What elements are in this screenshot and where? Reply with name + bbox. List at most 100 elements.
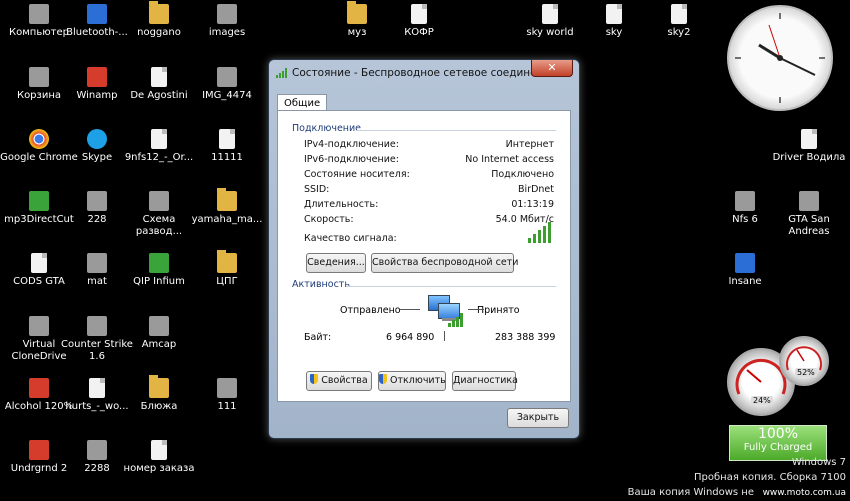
document-icon bbox=[671, 4, 687, 24]
properties-button[interactable]: Свойства bbox=[306, 371, 372, 391]
info-key: SSID: bbox=[304, 184, 330, 195]
details-button[interactable]: Сведения... bbox=[306, 253, 366, 273]
info-value: Подключено bbox=[491, 169, 554, 180]
desktop-icon-label: 9nfs12_-_Or... bbox=[124, 152, 194, 163]
properties-label: Свойства bbox=[321, 375, 368, 386]
document-icon bbox=[89, 378, 105, 398]
desktop-icon-label: 11111 bbox=[211, 152, 243, 163]
desktop-icon-label: ЦПГ bbox=[216, 276, 238, 287]
desktop-icon-label: noggano bbox=[137, 27, 181, 38]
application-icon bbox=[217, 4, 237, 24]
desktop-icon[interactable]: Insane bbox=[706, 253, 784, 288]
desktop-icon[interactable]: GTA San Andreas bbox=[770, 191, 848, 238]
application-icon bbox=[29, 440, 49, 460]
desktop-icon-label: IMG_4474 bbox=[202, 90, 252, 101]
info-row-speed: Скорость: 54.0 Мбит/с bbox=[304, 214, 554, 226]
disable-label: Отключить bbox=[390, 375, 446, 386]
desktop-icon[interactable]: QIP Infium bbox=[120, 253, 198, 288]
application-icon bbox=[87, 253, 107, 273]
folder-icon bbox=[149, 375, 169, 398]
application-icon bbox=[735, 253, 755, 273]
watermark-edition: Windows 7 bbox=[791, 457, 846, 468]
application-icon bbox=[29, 378, 49, 398]
application-icon bbox=[87, 67, 107, 87]
desktop-icon-label: yamaha_ma... bbox=[191, 214, 263, 225]
document-icon bbox=[801, 129, 817, 149]
desktop-icon-label: Схема развод... bbox=[135, 214, 183, 237]
folder-icon bbox=[217, 250, 237, 273]
desktop-icon[interactable]: yamaha_ma... bbox=[188, 188, 266, 226]
info-key: Состояние носителя: bbox=[304, 169, 410, 180]
info-row-signal: Качество сигнала: bbox=[304, 222, 554, 245]
dialog-title: Состояние - Беспроводное сетевое соедине… bbox=[292, 67, 567, 79]
application-icon bbox=[87, 440, 107, 460]
folder-icon bbox=[149, 1, 169, 24]
desktop-icon[interactable]: ЦПГ bbox=[188, 250, 266, 288]
desktop-icon-label: 111 bbox=[217, 401, 237, 412]
desktop-icon-label: Блюжа bbox=[140, 401, 178, 412]
document-icon bbox=[151, 129, 167, 149]
info-key: Скорость: bbox=[304, 214, 354, 225]
clock-gadget[interactable] bbox=[727, 5, 833, 111]
battery-gadget[interactable]: 100% Fully Charged bbox=[729, 425, 827, 461]
close-window-button[interactable]: ✕ bbox=[531, 60, 573, 77]
application-icon bbox=[735, 191, 755, 211]
info-key: IPv4-подключение: bbox=[304, 139, 399, 150]
application-icon bbox=[217, 378, 237, 398]
dialog-titlebar[interactable]: Состояние - Беспроводное сетевое соедине… bbox=[269, 60, 579, 86]
desktop-icon[interactable]: Блюжа bbox=[120, 375, 198, 413]
desktop-icon[interactable]: sky2 bbox=[640, 4, 718, 39]
received-label: Принято bbox=[477, 305, 520, 316]
desktop-icon[interactable]: Amcap bbox=[120, 316, 198, 351]
desktop-icon[interactable]: КОФР bbox=[380, 4, 458, 39]
application-icon bbox=[29, 191, 49, 211]
desktop-icon[interactable]: IMG_4474 bbox=[188, 67, 266, 102]
memory-percent: 52% bbox=[795, 368, 817, 377]
desktop-icon-label: КОФР bbox=[404, 27, 434, 38]
desktop-icon[interactable]: images bbox=[188, 4, 266, 39]
battery-status: Fully Charged bbox=[743, 442, 813, 453]
desktop-icon-label: Driver Водила bbox=[772, 152, 846, 163]
document-icon bbox=[151, 440, 167, 460]
desktop-icon[interactable]: Driver Водила bbox=[770, 129, 848, 164]
desktop-icon[interactable]: 111 bbox=[188, 378, 266, 413]
application-icon bbox=[87, 4, 107, 24]
desktop-icon[interactable]: Схема развод... bbox=[120, 191, 198, 238]
desktop-icon-label: QIP Infium bbox=[133, 276, 185, 287]
desktop-icon[interactable]: 9nfs12_-_Or... bbox=[120, 129, 198, 164]
document-icon bbox=[151, 67, 167, 87]
application-icon bbox=[29, 4, 49, 24]
bytes-received-value: 283 388 399 bbox=[495, 332, 556, 343]
folder-icon bbox=[217, 188, 237, 211]
application-icon bbox=[87, 129, 107, 149]
desktop-icon[interactable]: De Agostini bbox=[120, 67, 198, 102]
info-row-ipv6: IPv6-подключение: No Internet access bbox=[304, 154, 554, 166]
activity-divider bbox=[444, 331, 445, 341]
application-icon bbox=[149, 253, 169, 273]
uac-shield-icon bbox=[379, 374, 387, 384]
desktop-icon-label: images bbox=[208, 27, 246, 38]
info-value: No Internet access bbox=[465, 154, 554, 165]
disable-button[interactable]: Отключить bbox=[378, 371, 446, 391]
clock-face bbox=[735, 13, 825, 103]
info-row-ipv4: IPv4-подключение: Интернет bbox=[304, 139, 554, 151]
watermark-license: Ваша копия Windows не bbox=[627, 487, 754, 498]
memory-needle bbox=[786, 346, 822, 371]
desktop-icon[interactable]: номер заказа bbox=[120, 440, 198, 475]
close-button[interactable]: Закрыть bbox=[507, 408, 569, 428]
wireless-signal-icon bbox=[276, 68, 288, 78]
desktop-icon-label: GTA San Andreas bbox=[788, 214, 830, 237]
diagnose-button[interactable]: Диагностика bbox=[452, 371, 518, 391]
watermark-build: Пробная копия. Сборка 7100 bbox=[694, 472, 846, 483]
desktop-icon[interactable]: noggano bbox=[120, 1, 198, 39]
application-icon bbox=[29, 67, 49, 87]
desktop-icon-label: Amcap bbox=[141, 339, 177, 350]
connection-heading: Подключение bbox=[292, 123, 362, 134]
network-computers-icon bbox=[426, 293, 464, 327]
desktop-icon-label: sky2 bbox=[667, 27, 691, 38]
wireless-properties-button[interactable]: Свойства беспроводной сети bbox=[371, 253, 518, 273]
document-icon bbox=[31, 253, 47, 273]
desktop-icon[interactable]: 11111 bbox=[188, 129, 266, 164]
tab-strip: Общие bbox=[277, 90, 328, 113]
memory-meter-gadget[interactable]: 52% bbox=[779, 336, 829, 386]
